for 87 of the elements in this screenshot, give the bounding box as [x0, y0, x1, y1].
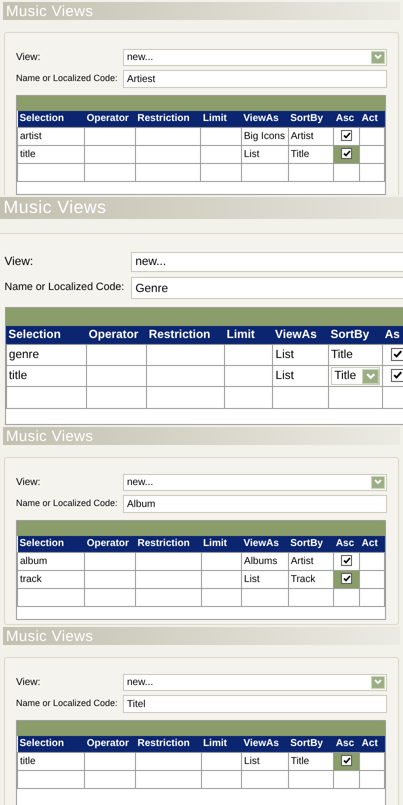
chevron-down-icon [374, 54, 382, 60]
table-cell: List [242, 570, 288, 588]
ascending-checkbox[interactable] [391, 368, 403, 382]
column-header[interactable]: ViewAs [272, 326, 328, 344]
column-header[interactable]: Selection [18, 536, 85, 552]
ascending-checkbox[interactable] [391, 348, 403, 361]
column-header[interactable]: SortBy [328, 326, 382, 344]
table-cell: List [242, 752, 288, 770]
column-header[interactable]: ViewAs [242, 736, 288, 752]
column-header[interactable]: Act [360, 111, 384, 127]
name-label: Name or Localized Code: [16, 72, 119, 86]
column-header[interactable]: Restriction [135, 111, 201, 127]
checkbox-cell[interactable] [334, 552, 360, 570]
table-cell: title [18, 145, 85, 163]
column-header[interactable]: Restriction [135, 536, 202, 552]
table-cell: Big Icons [241, 127, 288, 145]
window-title: Music Views [6, 628, 94, 644]
column-header[interactable]: As [382, 326, 403, 344]
view-label: View: [16, 676, 42, 690]
column-header[interactable]: Limit [224, 326, 273, 344]
column-header[interactable]: Selection [6, 326, 86, 344]
table-cell: List [241, 145, 288, 163]
column-header[interactable]: Asc [334, 736, 360, 752]
table-cell: List [272, 366, 328, 387]
column-header[interactable]: Limit [200, 111, 242, 127]
name-field[interactable]: Artiest [123, 70, 387, 88]
table-cell: album [18, 552, 85, 570]
table-cell: artist [18, 127, 85, 145]
view-label: View: [16, 476, 42, 490]
window-title: Music Views [4, 199, 106, 217]
column-header[interactable]: Operator [86, 326, 146, 344]
name-field[interactable]: Titel [123, 695, 387, 713]
view-dropdown[interactable]: new... [123, 48, 387, 66]
view-dropdown[interactable]: new... [130, 252, 403, 272]
view-label: View: [16, 50, 42, 64]
name-field[interactable]: Album [123, 495, 387, 513]
chevron-down-icon [374, 479, 382, 485]
table-cell: Title [328, 344, 382, 366]
table-cell: Artist [288, 552, 334, 570]
column-header[interactable]: SortBy [288, 536, 334, 552]
column-header[interactable]: Asc [334, 111, 360, 127]
column-header[interactable]: SortBy [288, 111, 334, 127]
column-header[interactable]: Restriction [135, 736, 202, 752]
column-header[interactable]: SortBy [288, 736, 334, 752]
chevron-down-icon [366, 372, 375, 380]
table-cell: genre [6, 344, 86, 366]
view-dropdown[interactable]: new... [123, 674, 387, 690]
sort-dropdown[interactable]: Title [331, 367, 380, 386]
column-header[interactable]: Act [360, 536, 384, 552]
chevron-down-icon [374, 679, 382, 685]
table-cell: Albums [242, 552, 288, 570]
checkbox-cell[interactable] [382, 344, 403, 366]
column-header[interactable]: Operator [84, 736, 136, 752]
ascending-checkbox[interactable] [341, 148, 352, 158]
checkbox-cell[interactable] [334, 127, 360, 145]
column-header[interactable]: Act [360, 736, 384, 752]
ascending-checkbox[interactable] [341, 554, 352, 566]
column-header[interactable]: Operator [84, 111, 136, 127]
checkbox-cell[interactable] [334, 145, 360, 163]
table-cell: List [272, 344, 328, 366]
column-header[interactable]: Limit [201, 736, 242, 752]
ascending-checkbox[interactable] [341, 572, 352, 584]
window-title: Music Views [6, 4, 94, 18]
column-header[interactable]: Operator [84, 536, 136, 552]
column-header[interactable]: Restriction [146, 326, 224, 344]
table-cell: track [18, 570, 85, 588]
checkbox-cell[interactable] [334, 752, 360, 770]
name-field[interactable]: Genre [130, 277, 403, 299]
view-label: View: [4, 254, 34, 270]
ascending-checkbox[interactable] [341, 130, 352, 140]
checkbox-cell[interactable] [334, 570, 360, 588]
table-cell: title [18, 752, 85, 770]
name-label: Name or Localized Code: [4, 280, 126, 296]
column-header[interactable]: Limit [201, 536, 242, 552]
table-cell: title [6, 366, 86, 387]
name-label: Name or Localized Code: [16, 497, 119, 510]
column-header[interactable]: Selection [18, 111, 85, 127]
column-header[interactable]: ViewAs [242, 536, 288, 552]
window-title: Music Views [6, 428, 94, 444]
ascending-checkbox[interactable] [341, 754, 352, 766]
column-header[interactable]: ViewAs [241, 111, 288, 127]
table-cell: Artist [288, 127, 334, 145]
view-dropdown[interactable]: new... [123, 474, 387, 490]
column-header[interactable]: Selection [18, 736, 85, 752]
name-label: Name or Localized Code: [16, 697, 119, 710]
column-header[interactable]: Asc [334, 536, 360, 552]
table-cell: Title [288, 752, 334, 770]
